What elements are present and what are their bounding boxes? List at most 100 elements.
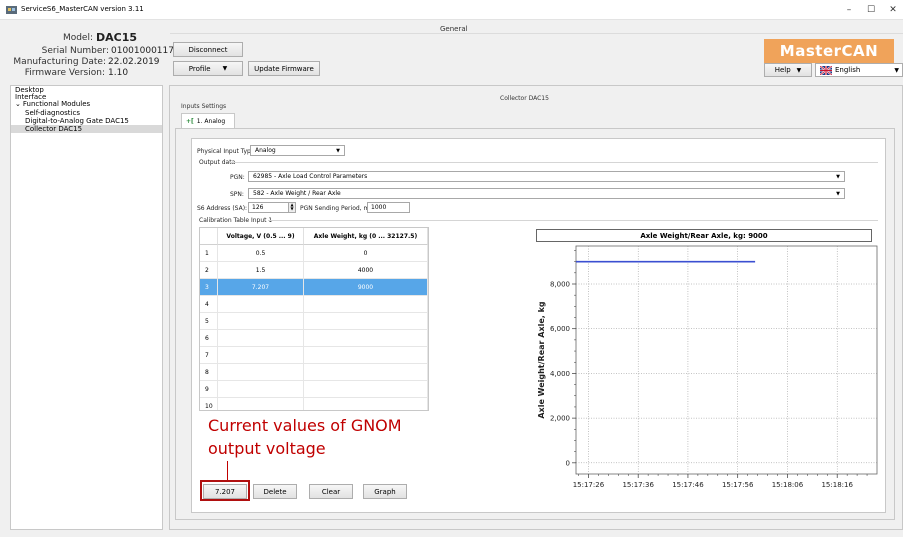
voltage-cell[interactable] xyxy=(218,398,304,410)
uk-flag-icon xyxy=(820,65,832,75)
axle-weight-cell[interactable]: 9000 xyxy=(304,279,428,296)
table-row[interactable]: 2 1.5 4000 xyxy=(200,262,428,279)
pgn-period-label: PGN Sending Period, ms: xyxy=(300,205,375,212)
delete-button[interactable]: Delete xyxy=(253,484,297,499)
axle-weight-cell[interactable] xyxy=(304,330,428,347)
table-corner-header xyxy=(200,228,218,245)
voltage-cell[interactable] xyxy=(218,330,304,347)
row-number-cell[interactable]: 1 xyxy=(200,245,218,262)
annotation-line-2: output voltage xyxy=(208,439,326,458)
tab-analog[interactable]: +[ 1. Analog xyxy=(181,113,235,128)
spn-label: SPN: xyxy=(230,191,244,198)
voltage-cell[interactable] xyxy=(218,313,304,330)
voltage-cell[interactable]: 0.5 xyxy=(218,245,304,262)
firmware-value: 1.10 xyxy=(108,68,129,78)
x-tick-label: 15:17:46 xyxy=(672,481,704,489)
table-row[interactable]: 6 xyxy=(200,330,428,347)
chart-title: Axle Weight/Rear Axle, kg: 9000 xyxy=(536,229,872,242)
table-row[interactable]: 3 7.207 9000 xyxy=(200,279,428,296)
voltage-cell[interactable]: 7.207 xyxy=(218,279,304,296)
pgn-label: PGN: xyxy=(230,174,245,181)
row-number-cell[interactable]: 9 xyxy=(200,381,218,398)
model-value: DAC15 xyxy=(96,31,138,44)
table-row[interactable]: 8 xyxy=(200,364,428,381)
voltage-cell[interactable] xyxy=(218,296,304,313)
axle-weight-cell[interactable] xyxy=(304,313,428,330)
column-header-voltage[interactable]: Voltage, V (0.5 ... 9) xyxy=(218,228,304,245)
navigation-tree: Desktop Interface ⌄ Functional Modules Se… xyxy=(10,85,163,530)
general-section-title: General xyxy=(440,25,468,33)
language-dropdown[interactable]: English ▼ xyxy=(815,63,903,77)
y-tick-label: 8,000 xyxy=(550,281,570,289)
voltage-cell[interactable] xyxy=(218,347,304,364)
y-tick-label: 6,000 xyxy=(550,325,570,333)
maximize-icon[interactable]: ☐ xyxy=(864,3,878,17)
spin-arrows-icon[interactable]: ▲ ▼ xyxy=(288,203,295,212)
voltage-cell[interactable]: 1.5 xyxy=(218,262,304,279)
calibration-table[interactable]: Voltage, V (0.5 ... 9) Axle Weight, kg (… xyxy=(199,227,429,411)
axle-weight-cell[interactable] xyxy=(304,364,428,381)
row-number-cell[interactable]: 5 xyxy=(200,313,218,330)
annotation-line-1: Current values of GNOM xyxy=(208,416,402,435)
column-header-axle-weight[interactable]: Axle Weight, kg (0 ... 32127.5) xyxy=(304,228,428,245)
pgn-period-input[interactable]: 1000 xyxy=(367,202,410,213)
chevron-down-icon[interactable]: ⌄ xyxy=(15,100,21,108)
table-row[interactable]: 5 xyxy=(200,313,428,330)
calibration-table-label: Calibration Table Input 1 xyxy=(199,217,273,224)
help-dropdown[interactable]: Help ▼ xyxy=(764,63,812,77)
chevron-down-icon: ▼ xyxy=(796,66,802,74)
spn-select[interactable]: 582 - Axle Weight / Rear Axle ▼ xyxy=(248,188,845,199)
voltage-cell[interactable] xyxy=(218,381,304,398)
row-number-cell[interactable]: 2 xyxy=(200,262,218,279)
plot-area xyxy=(575,245,878,475)
tree-item-self-diagnostics[interactable]: Self-diagnostics xyxy=(25,109,80,117)
group-separator xyxy=(268,220,878,221)
s6-address-label: S6 Address (SA): xyxy=(197,205,248,212)
x-tick-label: 15:18:16 xyxy=(821,481,853,489)
row-number-cell[interactable]: 8 xyxy=(200,364,218,381)
y-tick-label: 2,000 xyxy=(550,415,570,423)
x-tick-label: 15:17:36 xyxy=(622,481,654,489)
table-row[interactable]: 9 xyxy=(200,381,428,398)
tree-item-functional-modules[interactable]: ⌄ Functional Modules xyxy=(15,100,90,108)
minimize-icon[interactable]: – xyxy=(842,3,856,17)
axle-weight-cell[interactable] xyxy=(304,347,428,364)
row-number-cell[interactable]: 3 xyxy=(200,279,218,296)
tree-item-collector-dac15[interactable]: Collector DAC15 xyxy=(11,125,162,133)
manufacturing-label: Manufacturing Date: xyxy=(13,57,106,67)
row-number-cell[interactable]: 6 xyxy=(200,330,218,347)
axle-weight-cell[interactable] xyxy=(304,398,428,410)
axle-weight-cell[interactable] xyxy=(304,381,428,398)
table-row[interactable]: 1 0.5 0 xyxy=(200,245,428,262)
voltage-cell[interactable] xyxy=(218,364,304,381)
row-number-cell[interactable]: 4 xyxy=(200,296,218,313)
s6-address-spinbox[interactable]: 126 ▲ ▼ xyxy=(248,202,296,213)
row-number-cell[interactable]: 7 xyxy=(200,347,218,364)
axle-weight-cell[interactable] xyxy=(304,296,428,313)
table-row[interactable]: 7 xyxy=(200,347,428,364)
pgn-select[interactable]: 62985 - Axle Load Control Parameters ▼ xyxy=(248,171,845,182)
inputs-settings-label: Inputs Settings xyxy=(181,103,227,110)
update-firmware-label: Update Firmware xyxy=(254,64,314,73)
table-row[interactable]: 10 xyxy=(200,398,428,410)
graph-button[interactable]: Graph xyxy=(363,484,407,499)
x-tick-label: 15:17:56 xyxy=(722,481,754,489)
profile-dropdown[interactable]: Profile ▼ xyxy=(173,61,243,76)
annotation-pointer xyxy=(227,461,228,481)
clear-button[interactable]: Clear xyxy=(309,484,353,499)
annotation-highlight-box xyxy=(200,480,250,501)
help-label: Help xyxy=(774,66,791,74)
chevron-down-icon: ▼ xyxy=(836,190,840,197)
axle-weight-cell[interactable]: 4000 xyxy=(304,262,428,279)
row-number-cell[interactable]: 10 xyxy=(200,398,218,410)
axle-weight-cell[interactable]: 0 xyxy=(304,245,428,262)
panel-title: Collector DAC15 xyxy=(500,95,549,102)
y-tick-label: 0 xyxy=(566,459,570,467)
tree-item-dac15-gate[interactable]: Digital-to-Analog Gate DAC15 xyxy=(25,117,129,125)
close-icon[interactable]: ✕ xyxy=(886,3,900,17)
disconnect-button[interactable]: Disconnect xyxy=(173,42,243,57)
language-label: English xyxy=(835,66,861,74)
update-firmware-button[interactable]: Update Firmware xyxy=(248,61,320,76)
physical-input-type-select[interactable]: Analog ▼ xyxy=(250,145,345,156)
table-row[interactable]: 4 xyxy=(200,296,428,313)
